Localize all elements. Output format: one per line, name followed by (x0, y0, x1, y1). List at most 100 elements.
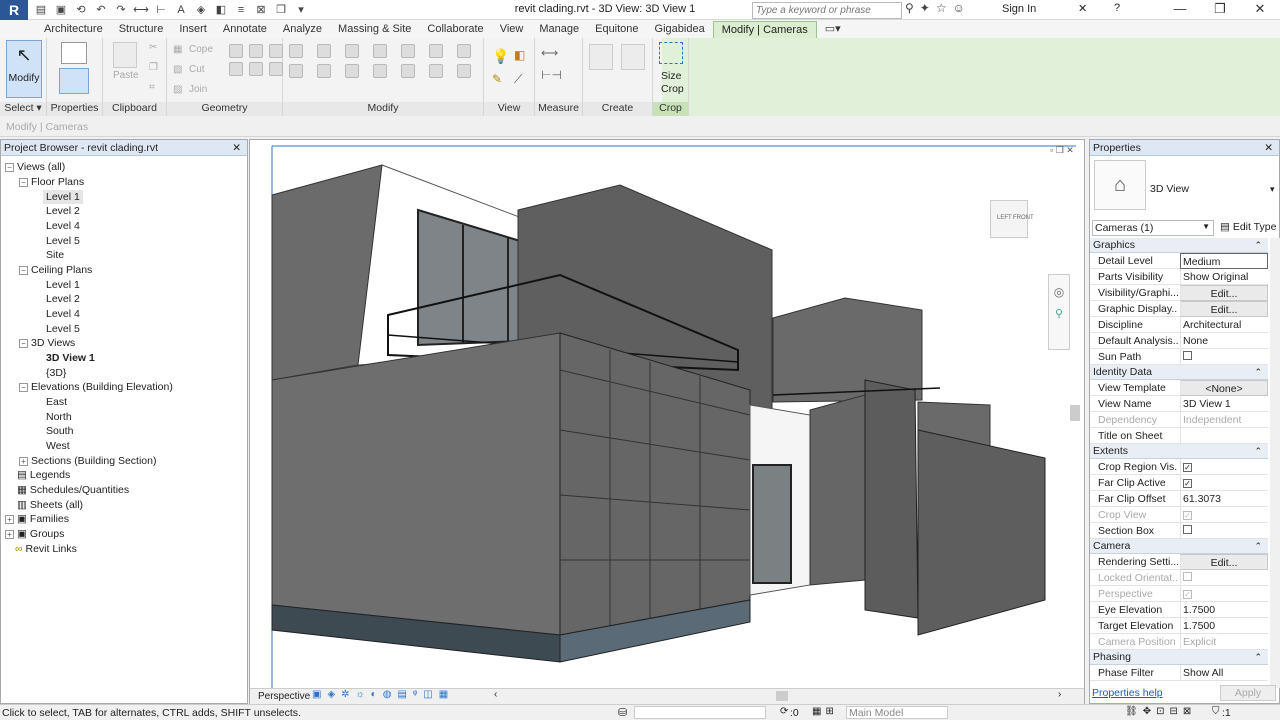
collapse-icon[interactable]: ⌃ (1254, 539, 1262, 554)
tree-elev-north[interactable]: North (46, 410, 72, 424)
scroll-left-icon[interactable]: ‹ (494, 689, 497, 700)
pin-icon[interactable] (457, 44, 471, 58)
prop-value[interactable]: 1.7500 (1180, 618, 1268, 634)
type-selector-dropdown-icon[interactable]: ▾ (1270, 184, 1275, 195)
view-control-icons[interactable]: ▣◈✲☼◐◍▤ᵠ◫▦ (312, 689, 454, 700)
prop-value[interactable]: Architectural (1180, 317, 1268, 333)
customize-qat-icon[interactable]: ▾ (292, 2, 310, 18)
tab-modify-cameras[interactable]: Modify | Cameras (712, 21, 817, 38)
section-extents[interactable]: Extents ⌃ (1090, 444, 1268, 459)
tree-floor-level-1[interactable]: Level 1 (43, 190, 83, 204)
tree-sheets[interactable]: ▥ Sheets (all) (17, 498, 83, 512)
design-options-icons[interactable]: ▦⊞ (812, 706, 838, 717)
tree-3d-default[interactable]: {3D} (46, 366, 66, 380)
far-clip-checkbox[interactable]: ✓ (1183, 479, 1192, 488)
prop-far-clip-offset[interactable]: Far Clip Offset 61.3073 (1090, 491, 1268, 507)
close-hidden-icon[interactable]: ⊠ (252, 2, 270, 18)
tree-revit-links[interactable]: ∞ Revit Links (15, 542, 77, 556)
prop-title-on-sheet[interactable]: Title on Sheet (1090, 428, 1268, 444)
tree-schedules[interactable]: ▦ Schedules/Quantities (17, 483, 129, 497)
undo-icon[interactable]: ↶ (92, 2, 110, 18)
tab-manage[interactable]: Manage (531, 21, 587, 38)
viewcube[interactable]: LEFT FRONT (990, 200, 1034, 238)
size-crop-label-1[interactable]: Size (661, 70, 681, 82)
prop-visibility-graphics[interactable]: Visibility/Graphi... Edit... (1090, 285, 1268, 301)
demolish-icon[interactable] (249, 62, 263, 76)
collapse-icon[interactable]: − (19, 382, 28, 392)
tab-analyze[interactable]: Analyze (275, 21, 330, 38)
section-phasing[interactable]: Phasing ⌃ (1090, 650, 1268, 665)
selection-option-icons[interactable]: ⛓✥⊡⊟⊠ (1125, 706, 1196, 717)
prop-discipline[interactable]: Discipline Architectural (1090, 317, 1268, 333)
section-icon[interactable]: ◧ (212, 2, 230, 18)
dimension-icon[interactable]: ⊢ (152, 2, 170, 18)
match-properties-icon[interactable]: ⌗ (149, 82, 155, 93)
measure-distance-icon[interactable]: ⟷ (541, 46, 558, 60)
workset-select[interactable] (634, 706, 766, 719)
collapse-icon[interactable]: − (5, 162, 14, 172)
collapse-icon[interactable]: ⌃ (1254, 444, 1262, 459)
instance-filter-select[interactable]: Cameras (1) ▼ (1092, 220, 1214, 236)
application-menu-button[interactable]: R (0, 0, 28, 22)
collapse-icon[interactable]: ⌃ (1254, 365, 1262, 380)
tree-sections[interactable]: + Sections (Building Section) (19, 454, 156, 468)
remove-paint-icon[interactable] (269, 62, 283, 76)
help-search-input[interactable]: Type a keyword or phrase (752, 2, 902, 19)
size-crop-label-2[interactable]: Crop (661, 83, 684, 95)
prop-phase-filter[interactable]: Phase Filter Show All (1090, 665, 1268, 681)
viewcube-left-face[interactable]: LEFT (997, 215, 1012, 221)
close-icon[interactable]: ✕ (232, 140, 241, 156)
prop-eye-elevation[interactable]: Eye Elevation 1.7500 (1090, 602, 1268, 618)
paint-icon[interactable] (229, 62, 243, 76)
sun-path-checkbox[interactable] (1183, 351, 1192, 360)
copy-element-icon[interactable] (317, 64, 331, 78)
steering-wheel-icon[interactable]: ◎ (1049, 285, 1069, 299)
rotate-icon[interactable] (345, 64, 359, 78)
tree-elevations[interactable]: − Elevations (Building Elevation) (19, 380, 173, 394)
sync-icon[interactable]: ⟲ (72, 2, 90, 18)
prop-value[interactable]: None (1180, 333, 1268, 349)
thin-lines-icon[interactable]: ≡ (232, 2, 250, 18)
select-dropdown[interactable]: Select ▾ (0, 102, 46, 116)
split-face-icon[interactable] (269, 44, 283, 58)
lightbulb-icon[interactable]: 💡 (492, 48, 509, 65)
prop-graphic-display[interactable]: Graphic Display... Edit... (1090, 301, 1268, 317)
linework-icon[interactable]: ⟋ (514, 72, 522, 87)
view-window-controls[interactable]: ▫ ❐ ✕ (1050, 145, 1074, 156)
close-icon[interactable]: ✕ (1240, 1, 1280, 17)
tab-architecture[interactable]: Architecture (36, 21, 111, 38)
cut-geometry-label[interactable]: Cut (189, 64, 205, 75)
collapse-icon[interactable]: − (19, 177, 28, 187)
paint-brush-icon[interactable]: ✎ (492, 72, 502, 86)
tab-collaborate[interactable]: Collaborate (419, 21, 491, 38)
tree-elev-west[interactable]: West (46, 439, 70, 453)
favorites-icon[interactable]: ☆ (936, 1, 947, 15)
tree-groups[interactable]: + ▣ Groups (5, 527, 64, 541)
override-graphics-icon[interactable]: ◧ (514, 48, 525, 62)
tag-icon[interactable]: A (172, 2, 190, 18)
copy-icon[interactable]: ❐ (149, 62, 158, 73)
tab-insert[interactable]: Insert (171, 21, 215, 38)
prop-value[interactable]: 3D View 1 (1180, 396, 1268, 412)
prop-parts-visibility[interactable]: Parts Visibility Show Original (1090, 269, 1268, 285)
properties-help-link[interactable]: Properties help (1092, 687, 1163, 699)
measure-icon[interactable]: ⟷ (132, 2, 150, 18)
prop-value[interactable] (1180, 428, 1268, 444)
restore-icon[interactable]: ❐ (1200, 1, 1240, 17)
tree-families[interactable]: + ▣ Families (5, 512, 69, 526)
section-identity-data[interactable]: Identity Data ⌃ (1090, 365, 1268, 380)
section-box-checkbox[interactable] (1183, 525, 1192, 534)
3d-viewport[interactable]: LEFT FRONT ▫ ❐ ✕ ◎ ⚲ Perspective ▣◈✲☼◐◍▤… (249, 139, 1085, 704)
scale-icon[interactable] (429, 64, 443, 78)
expand-icon[interactable]: + (5, 514, 14, 524)
redo-icon[interactable]: ↷ (112, 2, 130, 18)
switch-windows-icon[interactable]: ❐ (272, 2, 290, 18)
close-icon[interactable]: ✕ (1264, 140, 1273, 156)
prop-value[interactable]: 61.3073 (1180, 491, 1268, 507)
join-icon[interactable]: ▨ (173, 84, 182, 95)
save-icon[interactable]: ▣ (52, 2, 70, 18)
prop-section-box[interactable]: Section Box (1090, 523, 1268, 539)
cope-icon[interactable]: ▦ (173, 44, 182, 55)
filter-icon[interactable]: ⛉ (1212, 706, 1220, 717)
minimize-icon[interactable]: — (1160, 1, 1200, 17)
